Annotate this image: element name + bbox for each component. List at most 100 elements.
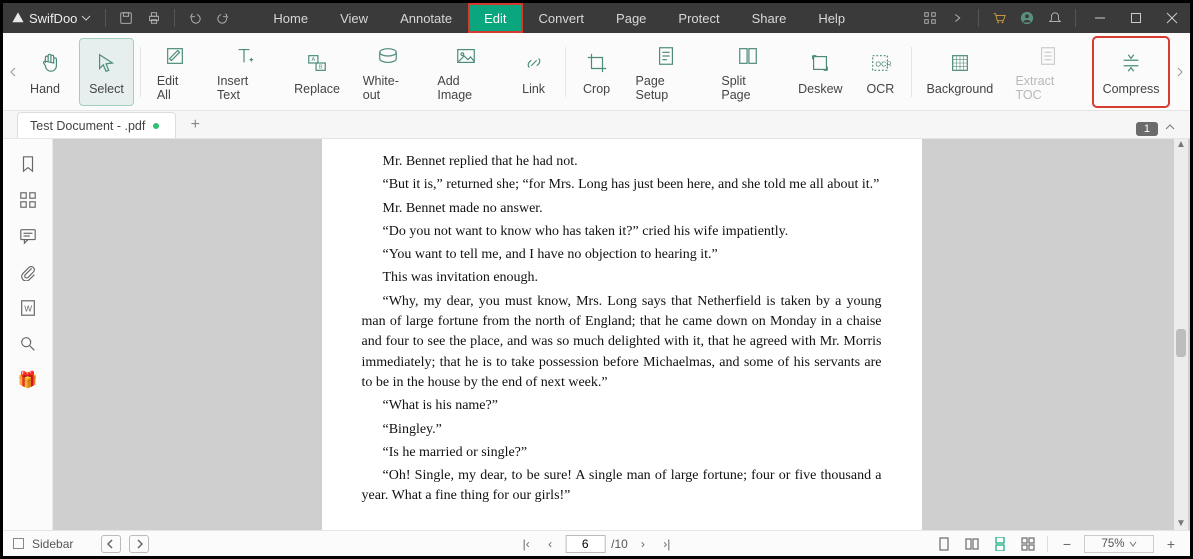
app-dropdown-icon[interactable] <box>81 13 91 23</box>
zoom-dropdown[interactable]: 75% <box>1084 535 1154 553</box>
zoom-out-button[interactable]: − <box>1058 535 1076 553</box>
view-continuous-button[interactable] <box>991 536 1009 552</box>
ribbon-deskew[interactable]: Deskew <box>789 38 851 106</box>
svg-text:OCR: OCR <box>876 59 892 68</box>
doc-paragraph: “But it is,” returned she; “for Mrs. Lon… <box>362 175 882 195</box>
tab-page[interactable]: Page <box>600 3 662 33</box>
word-export-button[interactable]: W <box>17 297 39 319</box>
replace-icon: AB <box>306 50 328 76</box>
undo-button[interactable] <box>181 3 209 33</box>
collapse-ribbon-button[interactable] <box>1164 120 1176 138</box>
tab-protect[interactable]: Protect <box>662 3 735 33</box>
maximize-button[interactable] <box>1118 3 1154 33</box>
page-navigator: |‹ ‹ /10 › ›| <box>517 535 676 553</box>
ribbon-crop[interactable]: Crop <box>572 38 622 106</box>
apps-button[interactable] <box>916 3 944 33</box>
tab-home[interactable]: Home <box>257 3 324 33</box>
swifdoo-logo-icon <box>11 11 25 25</box>
view-facing-button[interactable] <box>963 536 981 552</box>
chevron-down-icon <box>1129 540 1137 548</box>
white-out-icon <box>377 44 399 68</box>
nav-forward-button[interactable] <box>129 535 149 553</box>
ribbon-extract-toc[interactable]: Extract TOC <box>1005 38 1090 106</box>
ribbon-add-image[interactable]: Add Image <box>427 38 504 106</box>
sidebar-label: Sidebar <box>32 537 73 551</box>
ribbon-background[interactable]: Background <box>918 38 1001 106</box>
print-button[interactable] <box>140 3 168 33</box>
doc-paragraph: “You want to tell me, and I have no obje… <box>362 245 882 265</box>
scroll-up-icon[interactable]: ▲ <box>1176 139 1186 151</box>
account-button[interactable] <box>1013 3 1041 33</box>
unsaved-indicator-icon <box>153 123 159 129</box>
doc-paragraph: “Do you not want to know who has taken i… <box>362 222 882 242</box>
ocr-icon: OCR <box>869 50 891 76</box>
redo-button[interactable] <box>209 3 237 33</box>
save-button[interactable] <box>112 3 140 33</box>
tab-share[interactable]: Share <box>736 3 803 33</box>
search-button[interactable] <box>17 333 39 355</box>
document-tab-title: Test Document - .pdf <box>30 119 145 133</box>
edit-all-icon <box>164 44 186 68</box>
tab-annotate[interactable]: Annotate <box>384 3 468 33</box>
doc-paragraph: Mr. Bennet made no answer. <box>362 199 882 219</box>
last-page-button[interactable]: ›| <box>658 537 676 551</box>
prev-page-button[interactable]: ‹ <box>541 537 559 551</box>
doc-paragraph: “Is he married or single?” <box>362 443 882 463</box>
gift-button[interactable]: 🎁 <box>17 369 39 391</box>
insert-text-icon <box>233 44 255 68</box>
view-grid-button[interactable] <box>1019 536 1037 552</box>
ribbon-hand[interactable]: Hand <box>25 38 75 106</box>
first-page-button[interactable]: |‹ <box>517 537 535 551</box>
doc-paragraph: “Bingley.” <box>362 420 882 440</box>
cursor-icon <box>95 50 117 76</box>
ribbon-split-page[interactable]: Split Page <box>711 38 785 106</box>
nav-back-button[interactable] <box>101 535 121 553</box>
scroll-down-icon[interactable]: ▼ <box>1176 518 1186 530</box>
cart-button[interactable] <box>985 3 1013 33</box>
ribbon-edit-all[interactable]: Edit All <box>147 38 203 106</box>
ribbon-white-out[interactable]: White-out <box>353 38 424 106</box>
comments-button[interactable] <box>17 225 39 247</box>
crop-icon <box>586 50 608 76</box>
ribbon-compress[interactable]: Compress <box>1094 38 1168 106</box>
side-toolbar: W 🎁 <box>3 139 53 530</box>
ribbon-replace[interactable]: AB Replace <box>285 38 348 106</box>
current-page-input[interactable] <box>565 535 605 553</box>
ribbon-select[interactable]: Select <box>79 38 134 106</box>
deskew-icon <box>809 50 831 76</box>
sidebar-checkbox[interactable] <box>13 538 24 549</box>
document-tab[interactable]: Test Document - .pdf <box>17 112 176 138</box>
bookmarks-button[interactable] <box>17 153 39 175</box>
overflow-button[interactable] <box>944 3 972 33</box>
new-tab-button[interactable]: + <box>182 112 208 138</box>
ribbon-insert-text[interactable]: Insert Text <box>207 38 281 106</box>
scrollbar-thumb[interactable] <box>1176 329 1186 357</box>
notifications-button[interactable] <box>1041 3 1069 33</box>
tab-view[interactable]: View <box>324 3 384 33</box>
vertical-scrollbar[interactable]: ▲ ▼ <box>1174 139 1188 530</box>
link-icon <box>523 50 545 76</box>
doc-paragraph: “What is his name?” <box>362 396 882 416</box>
total-pages: /10 <box>611 537 628 551</box>
ribbon-page-setup[interactable]: Page Setup <box>626 38 708 106</box>
ribbon-scroll-right[interactable] <box>1170 33 1190 111</box>
doc-paragraph: “Oh! Single, my dear, to be sure! A sing… <box>362 466 882 507</box>
page-setup-icon <box>655 44 677 68</box>
next-page-button[interactable]: › <box>634 537 652 551</box>
ribbon-link[interactable]: Link <box>509 38 559 106</box>
attachments-button[interactable] <box>17 261 39 283</box>
extract-toc-icon <box>1037 44 1059 68</box>
ribbon-ocr[interactable]: OCR OCR <box>855 38 905 106</box>
zoom-in-button[interactable]: + <box>1162 535 1180 553</box>
thumbnails-button[interactable] <box>17 189 39 211</box>
minimize-button[interactable] <box>1082 3 1118 33</box>
ribbon-scroll-left[interactable] <box>3 33 23 111</box>
view-single-button[interactable] <box>935 536 953 552</box>
image-icon <box>455 44 477 68</box>
document-viewport[interactable]: Mr. Bennet replied that he had not. “But… <box>53 139 1190 530</box>
tab-convert[interactable]: Convert <box>523 3 601 33</box>
close-button[interactable] <box>1154 3 1190 33</box>
tab-help[interactable]: Help <box>802 3 861 33</box>
tab-edit[interactable]: Edit <box>468 3 522 33</box>
doc-paragraph: This was invitation enough. <box>362 268 882 288</box>
